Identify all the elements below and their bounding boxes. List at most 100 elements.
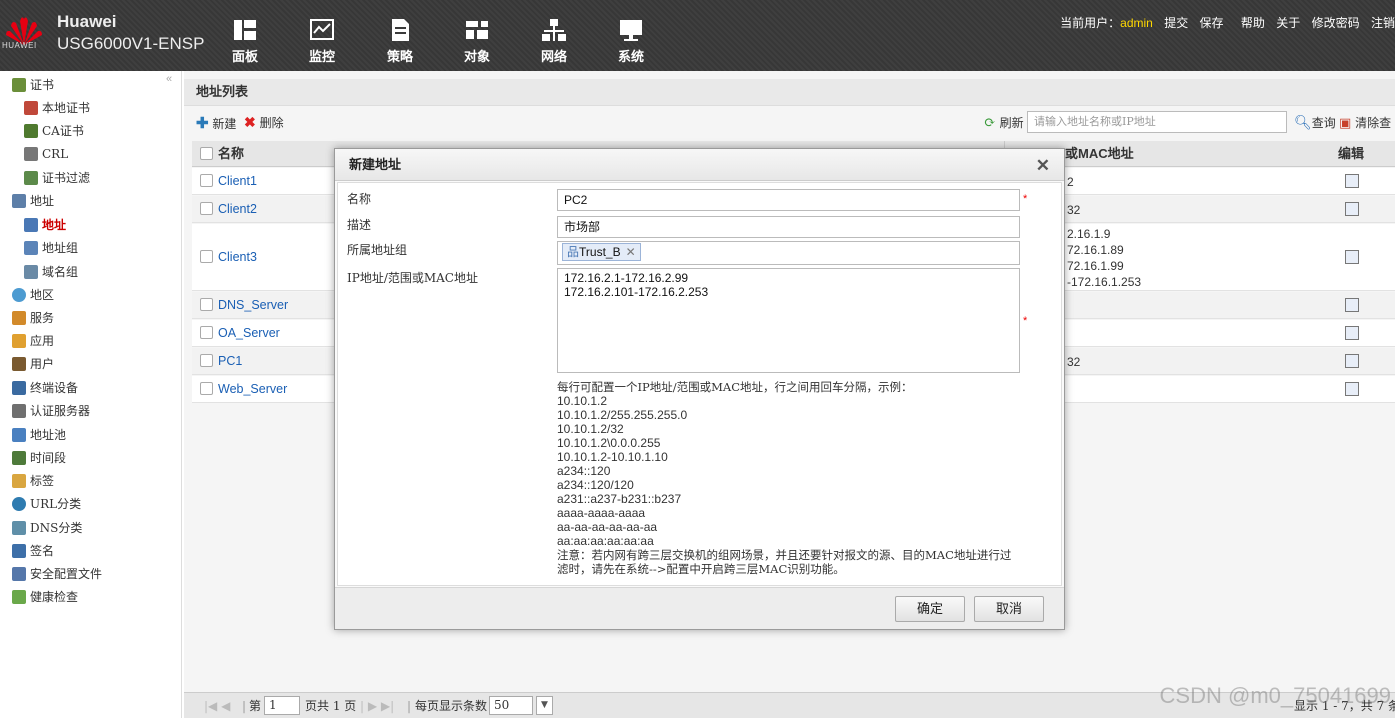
nav-dashboard[interactable]: 面板	[221, 18, 269, 65]
close-icon[interactable]: ✕	[1036, 149, 1050, 183]
row-name-link[interactable]: Client1	[218, 174, 257, 188]
row-checkbox[interactable]	[200, 202, 213, 215]
sidebar-item-signature[interactable]: 签名	[12, 540, 54, 562]
row-mac: 32	[1067, 355, 1081, 369]
sidebar-item-tag[interactable]: 标签	[12, 470, 54, 492]
per-page-select[interactable]: 50	[489, 696, 533, 715]
about-link[interactable]: 关于	[1276, 16, 1300, 30]
sidebar-item-time-range[interactable]: 时间段	[12, 447, 66, 469]
sidebar-item-security-profile[interactable]: 安全配置文件	[12, 563, 102, 585]
sidebar-item-cert-filter[interactable]: 证书过滤	[24, 167, 90, 189]
nav-network[interactable]: 网络	[530, 18, 578, 65]
sidebar-item-address-group[interactable]: 地址组	[24, 237, 78, 259]
row-checkbox[interactable]	[200, 250, 213, 263]
ip-mac-textarea[interactable]: 172.16.2.1-172.16.2.99 172.16.2.101-172.…	[557, 268, 1020, 373]
security-profile-icon	[12, 567, 26, 581]
change-password-link[interactable]: 修改密码	[1312, 16, 1360, 30]
col-name-header[interactable]: 名称	[218, 141, 244, 167]
required-marker: *	[1023, 193, 1028, 205]
sidebar-item-domain-group[interactable]: 域名组	[24, 261, 78, 283]
sidebar-item-address-pool[interactable]: 地址池	[12, 424, 66, 446]
row-name-link[interactable]: OA_Server	[218, 326, 280, 340]
sidebar-item-certificate[interactable]: 证书	[12, 74, 54, 96]
cancel-button[interactable]: 取消	[974, 596, 1044, 622]
sidebar-item-local-cert[interactable]: 本地证书	[24, 97, 90, 119]
next-page-icon[interactable]: | ▶ ▶|	[360, 693, 394, 719]
row-name-link[interactable]: Client2	[218, 202, 257, 216]
address-group-input[interactable]: 品Trust_B ✕	[557, 241, 1020, 265]
row-name-link[interactable]: DNS_Server	[218, 298, 288, 312]
name-input[interactable]: PC2	[557, 189, 1020, 211]
save-link[interactable]: 保存	[1200, 16, 1224, 30]
nav-policy[interactable]: 策略	[376, 18, 424, 65]
first-page-icon[interactable]: |◀ ◀	[204, 693, 230, 719]
sidebar-item-region[interactable]: 地区	[12, 284, 54, 306]
page-label: 第	[249, 699, 262, 713]
confirm-button[interactable]: 确定	[895, 596, 965, 622]
row-checkbox[interactable]	[200, 354, 213, 367]
new-address-dialog: 新建地址 ✕ 名称 PC2 * 描述 市场部 所属地址组 品Trust_B ✕ I…	[334, 148, 1065, 630]
dialog-body: 名称 PC2 * 描述 市场部 所属地址组 品Trust_B ✕ IP地址/范围或…	[337, 182, 1062, 586]
sidebar-collapse-icon[interactable]: «	[166, 73, 172, 85]
application-icon	[12, 334, 26, 348]
nav-object[interactable]: 对象	[453, 18, 501, 65]
search-icon: 🔍︎	[1294, 115, 1312, 131]
row-checkbox[interactable]	[200, 174, 213, 187]
edit-icon[interactable]	[1345, 354, 1359, 368]
chevron-down-icon[interactable]: ▼	[536, 696, 553, 715]
address-group-icon: 品	[567, 245, 580, 259]
sidebar-item-user[interactable]: 用户	[12, 353, 54, 375]
row-checkbox[interactable]	[200, 326, 213, 339]
row-name-link[interactable]: Client3	[218, 250, 257, 264]
help-link[interactable]: 帮助	[1241, 16, 1265, 30]
new-button[interactable]: ✚ 新建	[196, 108, 236, 139]
row-checkbox[interactable]	[200, 382, 213, 395]
search-input[interactable]: 请输入地址名称或IP地址	[1027, 111, 1287, 133]
row-name-link[interactable]: Web_Server	[218, 382, 287, 396]
edit-icon[interactable]	[1345, 202, 1359, 216]
help-note: 注意：若内网有跨三层交换机的组网场景，并且还要针对报文的源、目的MAC地址进行过	[557, 548, 1012, 562]
sidebar-item-address[interactable]: 地址	[24, 214, 66, 236]
sidebar-item-ca-cert[interactable]: CA证书	[24, 120, 84, 142]
help-example: 10.10.1.2\0.0.0.255	[557, 436, 661, 450]
nav-system[interactable]: 系统	[607, 18, 655, 65]
delete-button[interactable]: ✖ 删除	[244, 108, 284, 138]
row-name-link[interactable]: PC1	[218, 354, 242, 368]
sidebar-item-url-category[interactable]: URL分类	[12, 493, 81, 515]
remove-tag-icon[interactable]: ✕	[626, 245, 636, 259]
sidebar-item-auth-server[interactable]: 认证服务器	[12, 400, 90, 422]
nav-label: 监控	[308, 49, 335, 64]
sidebar-item-application[interactable]: 应用	[12, 330, 54, 352]
sidebar-item-health-check[interactable]: 健康检查	[12, 586, 78, 608]
edit-icon[interactable]	[1345, 250, 1359, 264]
sidebar-item-dns-category[interactable]: DNS分类	[12, 517, 82, 539]
address-group-icon	[24, 241, 38, 255]
description-input[interactable]: 市场部	[557, 216, 1020, 238]
sidebar-item-crl[interactable]: CRL	[24, 143, 68, 165]
nav-monitor[interactable]: 监控	[298, 18, 346, 65]
refresh-button[interactable]: ⟳ 刷新	[984, 108, 1024, 138]
col-mac-header[interactable]: 或MAC地址	[1065, 141, 1134, 167]
edit-icon[interactable]	[1345, 382, 1359, 396]
sidebar-item-service[interactable]: 服务	[12, 307, 54, 329]
sidebar-item-address-group-header[interactable]: 地址	[12, 190, 54, 212]
time-range-icon	[12, 451, 26, 465]
edit-icon[interactable]	[1345, 298, 1359, 312]
row-checkbox[interactable]	[200, 298, 213, 311]
page-input[interactable]: 1	[264, 696, 300, 715]
logout-link[interactable]: 注销	[1371, 16, 1395, 30]
domain-group-icon	[24, 265, 38, 279]
query-button[interactable]: 🔍︎查询	[1294, 108, 1336, 138]
sidebar-item-terminal-device[interactable]: 终端设备	[12, 377, 78, 399]
help-example: 10.10.1.2-10.10.1.10	[557, 450, 668, 464]
user-bar: 当前用户：admin 提交 保存 帮助 关于 修改密码 注销	[1052, 14, 1395, 31]
edit-icon[interactable]	[1345, 326, 1359, 340]
clear-query-button[interactable]: ▣ 清除查	[1339, 108, 1391, 139]
help-example: 10.10.1.2/255.255.255.0	[557, 408, 688, 422]
url-category-icon	[12, 497, 26, 511]
region-globe-icon	[12, 288, 26, 302]
nav-label: 面板	[231, 49, 258, 64]
edit-icon[interactable]	[1345, 174, 1359, 188]
submit-link[interactable]: 提交	[1164, 16, 1188, 30]
select-all-checkbox[interactable]	[200, 147, 213, 160]
